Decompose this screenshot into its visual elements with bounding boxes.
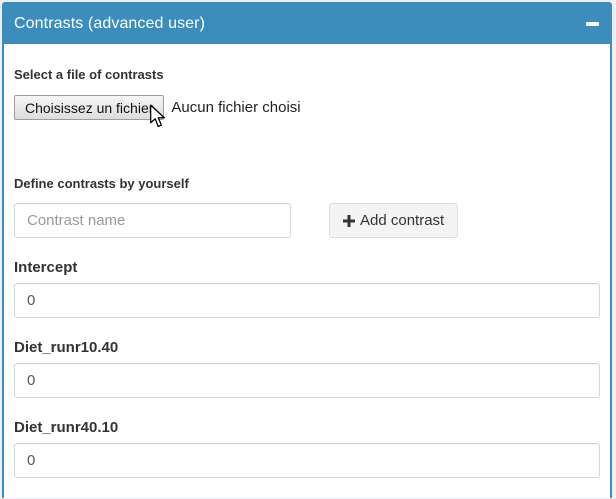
panel-title: Contrasts (advanced user) bbox=[14, 15, 205, 33]
contrast-name-input[interactable] bbox=[14, 203, 291, 238]
minus-icon bbox=[586, 22, 599, 26]
define-section-label: Define contrasts by yourself bbox=[14, 176, 600, 192]
file-status-text: Aucun fichier choisi bbox=[171, 99, 300, 116]
file-input-row: Choisissez un fichier Aucun fichier choi… bbox=[14, 95, 600, 120]
plus-icon bbox=[343, 215, 355, 227]
panel-header: Contrasts (advanced user) bbox=[4, 4, 610, 44]
diet-runr10-40-label: Diet_runr10.40 bbox=[14, 339, 600, 357]
intercept-label: Intercept bbox=[14, 259, 600, 277]
contrasts-panel: Contrasts (advanced user) Select a file … bbox=[2, 2, 612, 498]
diet-runr10-40-input[interactable] bbox=[14, 363, 600, 398]
file-section-label: Select a file of contrasts bbox=[14, 67, 600, 83]
panel-body: Select a file of contrasts Choisissez un… bbox=[4, 44, 610, 499]
diet-runr40-10-label: Diet_runr40.10 bbox=[14, 419, 600, 437]
collapse-button[interactable] bbox=[582, 14, 602, 34]
intercept-input[interactable] bbox=[14, 283, 600, 318]
define-contrast-row: Add contrast bbox=[14, 203, 600, 238]
add-contrast-button[interactable]: Add contrast bbox=[329, 203, 458, 238]
diet-runr40-10-input[interactable] bbox=[14, 443, 600, 478]
choose-file-button[interactable]: Choisissez un fichier bbox=[14, 95, 164, 120]
add-contrast-label: Add contrast bbox=[360, 212, 444, 229]
